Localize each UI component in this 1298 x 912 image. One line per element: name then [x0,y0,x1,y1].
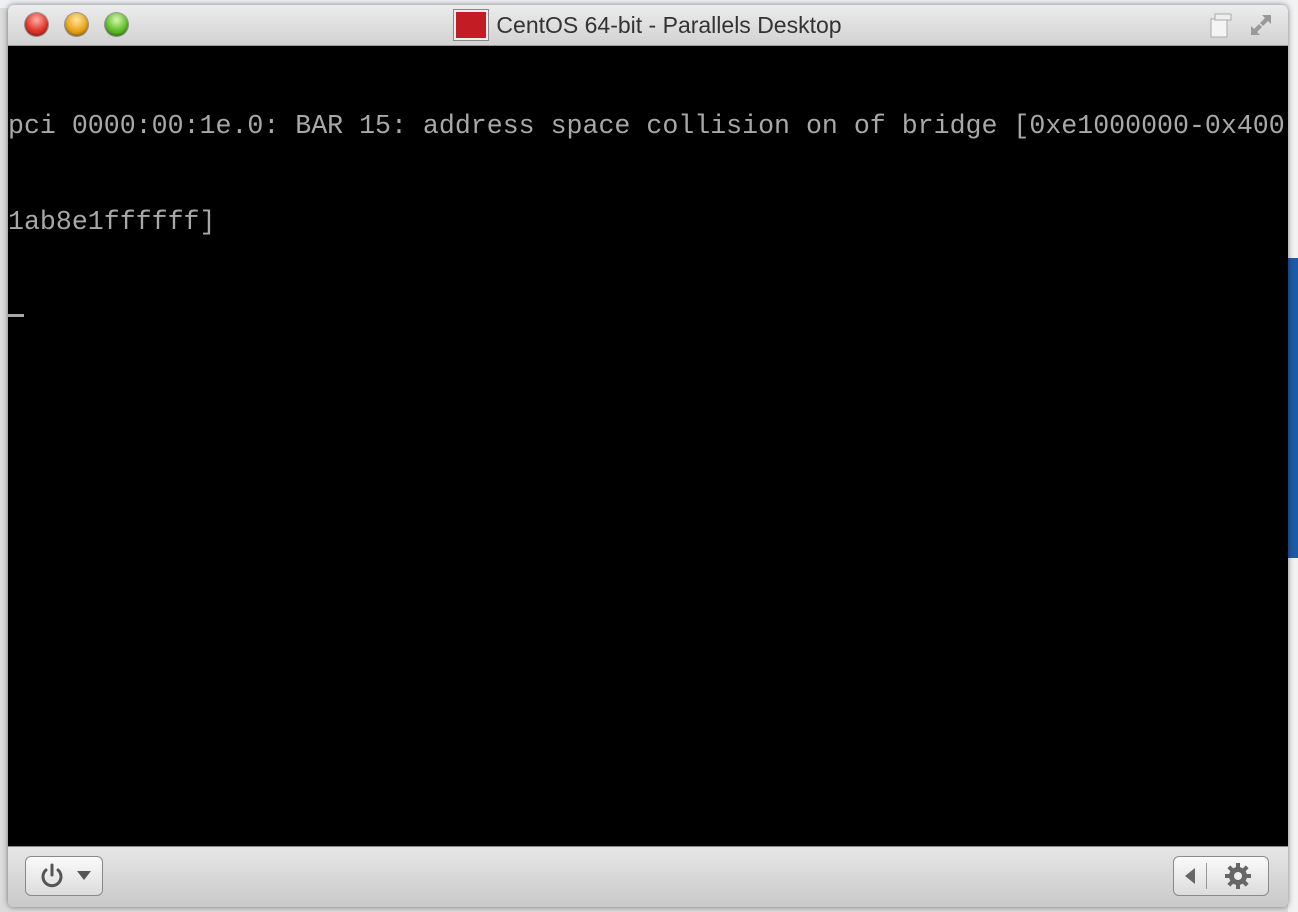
bottom-toolbar [8,846,1288,907]
power-menu-button[interactable] [25,856,103,896]
console-line: pci 0000:00:1e.0: BAR 15: address space … [8,111,1285,141]
fullscreen-icon[interactable] [1248,11,1274,39]
window-title: CentOS 64-bit - Parallels Desktop [8,5,1288,45]
window-title-text: CentOS 64-bit - Parallels Desktop [496,11,842,38]
gear-icon [1224,863,1251,889]
parallels-app-icon [454,10,489,40]
vm-console-screen[interactable]: pci 0000:00:1e.0: BAR 15: address space … [8,46,1288,846]
sidebar-settings-button-group [1173,856,1269,896]
triangle-down-icon [76,871,91,880]
triangle-left-icon [1185,868,1195,884]
parallels-window: CentOS 64-bit - Parallels Desktop pci 00… [8,5,1288,907]
power-icon [41,863,62,888]
settings-button[interactable] [1207,862,1268,890]
coherence-icon[interactable] [1208,11,1234,39]
background-window-edge [1288,0,1298,912]
console-line: 1ab8e1ffffff] [8,207,216,237]
title-bar[interactable]: CentOS 64-bit - Parallels Desktop [8,5,1288,46]
text-cursor [8,314,24,317]
back-button[interactable] [1174,868,1206,884]
